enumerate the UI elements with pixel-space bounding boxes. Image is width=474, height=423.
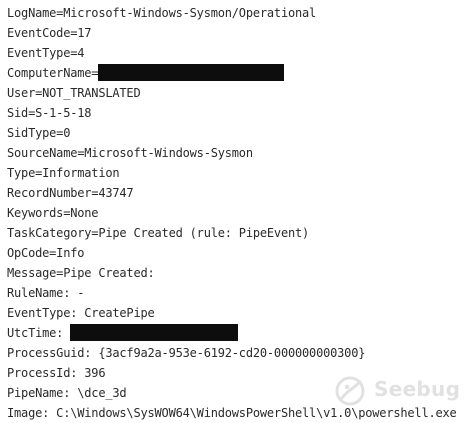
log-line-computername: ComputerName= bbox=[7, 63, 467, 83]
log-line-rulename: RuleName: - bbox=[7, 286, 85, 300]
log-line-utctime: UtcTime: bbox=[7, 323, 467, 343]
event-log-text: LogName=Microsoft-Windows-Sysmon/Operati… bbox=[7, 3, 467, 423]
log-line-eventtype: EventType=4 bbox=[7, 46, 85, 60]
log-line-type: Type=Information bbox=[7, 166, 120, 180]
utctime-label: UtcTime: bbox=[7, 326, 71, 340]
log-line-keywords: Keywords=None bbox=[7, 206, 99, 220]
log-line-taskcategory: TaskCategory=Pipe Created (rule: PipeEve… bbox=[7, 226, 310, 240]
log-line-opcode: OpCode=Info bbox=[7, 246, 85, 260]
log-line-image: Image: C:\Windows\SysWOW64\WindowsPowerS… bbox=[7, 406, 457, 420]
log-line-user: User=NOT_TRANSLATED bbox=[7, 86, 141, 100]
log-line-pipename: PipeName: \dce_3d bbox=[7, 386, 127, 400]
log-line-sourcename: SourceName=Microsoft-Windows-Sysmon bbox=[7, 146, 253, 160]
log-line-processguid: ProcessGuid: {3acf9a2a-953e-6192-cd20-00… bbox=[7, 346, 366, 360]
log-line-sid: Sid=S-1-5-18 bbox=[7, 106, 92, 120]
log-line-logname: LogName=Microsoft-Windows-Sysmon/Operati… bbox=[7, 6, 317, 20]
log-line-recordnumber: RecordNumber=43747 bbox=[7, 186, 134, 200]
log-line-eventtype-createpipe: EventType: CreatePipe bbox=[7, 306, 155, 320]
log-line-message: Message=Pipe Created: bbox=[7, 266, 155, 280]
computername-label: ComputerName= bbox=[7, 66, 99, 80]
redaction-bar-computername bbox=[98, 64, 285, 81]
log-line-eventcode: EventCode=17 bbox=[7, 26, 92, 40]
log-line-sidtype: SidType=0 bbox=[7, 126, 71, 140]
redaction-bar-utctime bbox=[70, 324, 239, 341]
log-line-processid: ProcessId: 396 bbox=[7, 366, 106, 380]
